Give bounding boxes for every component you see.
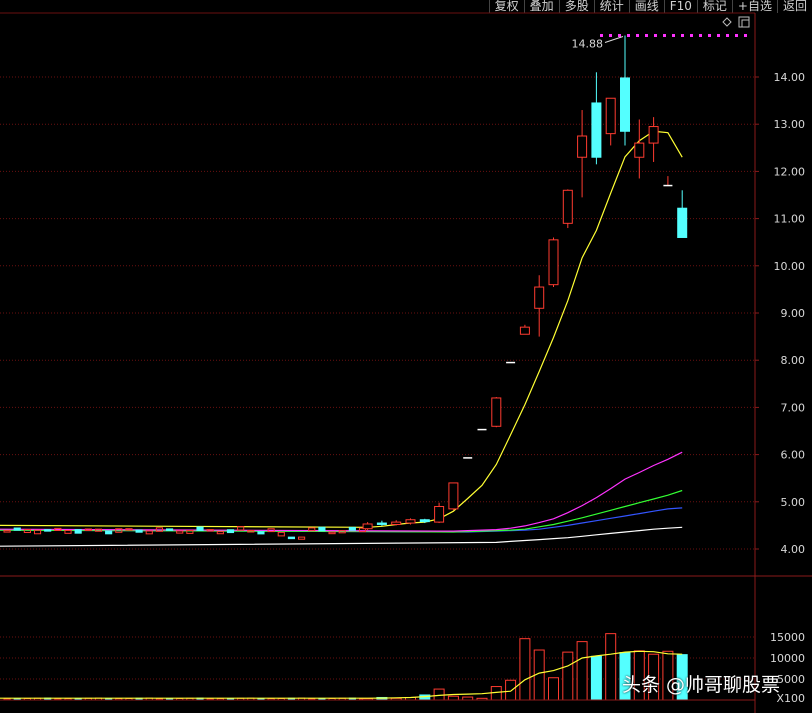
candle-body [648,126,659,144]
price-tick-label: 5.00 [781,496,806,509]
candle-body [434,506,445,523]
flat-candle [135,529,143,533]
price-tick-label: 12.00 [774,165,806,178]
flat-candle [13,527,21,531]
flat-candle [176,530,184,534]
volume-bar [548,677,559,701]
candle-body [591,102,602,158]
volume-bar [576,641,588,701]
stock-chart: 14.00 13.00 12.00 11.00 10.00 9.00 8.00 7.00 6.0… [0,12,812,713]
flat-candle [196,526,204,532]
price-axis-labels: 14.00 13.00 12.00 11.00 10.00 9.00 8.00 7.00 6.0… [755,71,805,556]
candle-body [534,286,545,309]
flat-candle [348,526,356,531]
price-tick-label: 4.00 [781,543,806,556]
price-panel: 14.00 13.00 12.00 11.00 10.00 9.00 8.00 7.00 6.0… [0,12,812,713]
top-right-icons [722,16,750,28]
candle-body [634,142,645,158]
flat-candle [74,529,82,534]
flat-candle [23,529,31,533]
price-tick-label: 11.00 [774,213,806,226]
flat-candle [165,528,174,531]
flat-candle [226,529,235,534]
ma30-line [0,507,683,533]
flat-candle [328,531,336,535]
flat-candle [298,536,306,540]
flat-candle [105,530,113,535]
peak-arrow [604,35,624,43]
flat-candle [287,536,296,540]
price-tick-label: 7.00 [781,401,806,414]
candle-body [562,189,573,224]
peak-marker: 14.88 [572,33,750,50]
flat-candle [64,529,72,534]
candle-body [620,77,630,132]
ma10-line [0,451,683,532]
candle-body [448,482,459,510]
candles [3,35,688,540]
price-tick-label: 13.00 [774,118,806,131]
flat-candle [186,530,194,534]
candle-body [577,135,588,158]
flat-candle [308,527,316,532]
candle-body [362,523,373,530]
volume-bar [519,638,531,701]
window-icon[interactable] [738,16,750,28]
candle-body [491,397,502,427]
candle-body [548,239,559,286]
volume-bar [562,651,574,701]
flat-candle [318,526,326,532]
watermark: 头条 @帅哥聊股票 [622,674,781,696]
volume-bar [433,688,445,701]
flat-candle [257,531,265,535]
flat-candle [145,530,153,535]
volume-bar [590,655,602,701]
ma5-line [0,130,683,528]
volume-unit-label: X100 [776,692,805,705]
candle-body [391,521,402,525]
candle-body [605,97,616,135]
flat-candle [44,529,52,532]
volume-tick-label: 5000 [777,673,805,686]
volume-tick-label: 10000 [770,652,805,665]
candle-body [376,522,387,525]
volume-tick-label: 15000 [770,631,805,644]
flat-candle [277,531,285,537]
price-tick-label: 10.00 [774,260,806,273]
candle-body [419,519,430,523]
window-icon-inner [741,19,750,28]
candle-body [405,519,416,524]
candle-body [519,326,530,335]
price-tick-label: 6.00 [781,449,806,462]
diamond-icon[interactable] [722,17,732,27]
price-tick-label: 8.00 [781,354,806,367]
moving-average-lines [0,130,683,547]
peak-label: 14.88 [572,37,604,50]
candle-body [677,207,688,238]
price-tick-label: 9.00 [781,307,806,320]
volume-bar [447,695,459,701]
volume-bar [505,679,517,701]
flat-candle [3,530,11,533]
volume-bar [605,633,617,701]
price-tick-label: 14.00 [774,71,806,84]
flat-candle [216,531,224,535]
